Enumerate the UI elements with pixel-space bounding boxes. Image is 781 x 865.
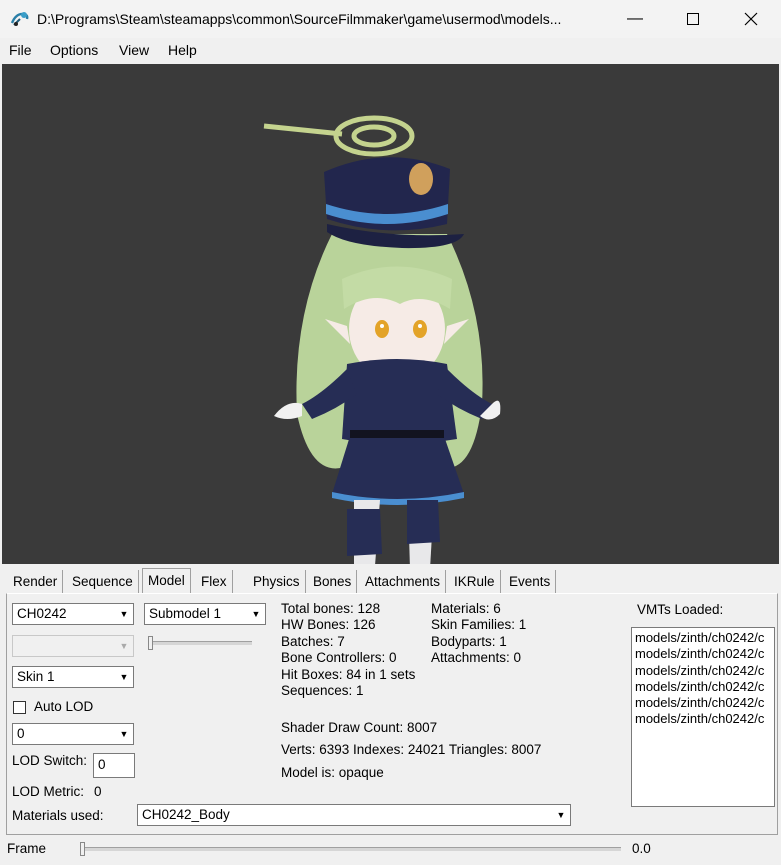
app-icon [10, 12, 29, 26]
lod-switch-label: LOD Switch: [12, 753, 88, 768]
chevron-down-icon: ▼ [251, 609, 261, 619]
stat-line: Sequences: 1 [281, 683, 364, 698]
submodel-slider-thumb[interactable] [148, 636, 153, 650]
stat-line: Attachments: 0 [431, 650, 522, 666]
chevron-down-icon: ▼ [556, 810, 566, 820]
minimize-button[interactable]: — [606, 0, 664, 38]
model-select-value: CH0242 [17, 606, 67, 621]
lod-select-value: 0 [17, 726, 25, 741]
model-is: Model is: opaque [281, 765, 384, 780]
vmts-listbox[interactable]: models/zinth/ch0242/c models/zinth/ch0242… [631, 627, 775, 807]
lod-switch-input[interactable]: 0 [93, 753, 135, 778]
frame-label: Frame [7, 841, 47, 856]
materials-used-value: CH0242_Body [142, 807, 230, 822]
stat-line: Bodyparts: 1 [431, 633, 507, 649]
stat-line: Materials: 6 [431, 601, 501, 616]
vmt-list-item[interactable]: models/zinth/ch0242/c [632, 695, 774, 711]
vmt-list-item[interactable]: models/zinth/ch0242/c [632, 679, 774, 695]
tab-flex[interactable]: Flex [196, 570, 233, 593]
submodel-select-value: Submodel 1 [149, 606, 222, 621]
tab-model[interactable]: Model [142, 568, 191, 594]
lod-select[interactable]: 0 ▼ [12, 723, 134, 745]
tab-bar: Render Sequence Model Flex Physics Bones… [6, 568, 776, 594]
stat-line: Bone Controllers: 0 [281, 650, 397, 666]
frame-slider[interactable] [80, 847, 621, 851]
vmt-list-item[interactable]: models/zinth/ch0242/c [632, 646, 774, 662]
close-icon [744, 12, 758, 26]
stat-line: Skin Families: 1 [431, 617, 527, 633]
chevron-down-icon: ▼ [119, 729, 129, 739]
shader-draw-count: Shader Draw Count: 8007 [281, 720, 438, 735]
chevron-down-icon: ▼ [119, 609, 129, 619]
tab-sequence[interactable]: Sequence [67, 570, 139, 593]
submodel-slider[interactable] [148, 641, 252, 645]
menu-view[interactable]: View [119, 42, 149, 58]
tab-bones[interactable]: Bones [308, 570, 358, 593]
lod-metric-value: 0 [94, 784, 102, 799]
tab-ikrule[interactable]: IKRule [449, 570, 501, 593]
window-title: D:\Programs\Steam\steamapps\common\Sourc… [37, 11, 562, 27]
materials-used-label: Materials used: [12, 808, 104, 823]
maximize-button[interactable] [664, 0, 722, 38]
maximize-icon [687, 13, 699, 25]
menu-help[interactable]: Help [168, 42, 197, 58]
model-select[interactable]: CH0242 ▼ [12, 603, 134, 625]
tab-render[interactable]: Render [8, 570, 64, 593]
auto-lod-checkbox[interactable] [13, 701, 26, 714]
chevron-down-icon: ▼ [119, 672, 129, 682]
model-render [263, 115, 501, 564]
stat-line: Total bones: 128 [281, 601, 381, 616]
menu-options[interactable]: Options [50, 42, 98, 58]
lod-metric-label: LOD Metric: [12, 784, 85, 799]
menu-file[interactable]: File [9, 42, 32, 58]
vmt-list-item[interactable]: models/zinth/ch0242/c [632, 663, 774, 679]
materials-used-select[interactable]: CH0242_Body ▼ [137, 804, 571, 826]
close-button[interactable] [722, 0, 780, 38]
tab-attachments[interactable]: Attachments [360, 570, 447, 593]
vmts-loaded-label: VMTs Loaded: [637, 602, 724, 617]
frame-value: 0.0 [632, 841, 651, 856]
skin-select[interactable]: Skin 1 ▼ [12, 666, 134, 688]
tab-physics[interactable]: Physics [248, 570, 306, 593]
stat-line: HW Bones: 126 [281, 617, 376, 633]
stat-line: Batches: 7 [281, 633, 345, 649]
submodel-select[interactable]: Submodel 1 ▼ [144, 603, 266, 625]
stat-line: Hit Boxes: 84 in 1 sets [281, 666, 416, 682]
chevron-down-icon: ▼ [119, 641, 129, 651]
auto-lod-label: Auto LOD [34, 699, 94, 714]
menu-bar: File Options View Help [0, 38, 781, 63]
vmt-list-item[interactable]: models/zinth/ch0242/c [632, 711, 774, 727]
title-bar[interactable]: D:\Programs\Steam\steamapps\common\Sourc… [0, 0, 781, 38]
3d-viewport[interactable] [2, 64, 779, 564]
tab-events[interactable]: Events [504, 570, 557, 593]
skin-select-value: Skin 1 [17, 669, 55, 684]
verts-indexes-triangles: Verts: 6393 Indexes: 24021 Triangles: 80… [281, 742, 542, 757]
bodypart-select-disabled: ▼ [12, 635, 134, 657]
frame-slider-thumb[interactable] [80, 842, 85, 856]
vmt-list-item[interactable]: models/zinth/ch0242/c [632, 630, 774, 646]
frame-bar: Frame 0.0 [0, 837, 781, 865]
